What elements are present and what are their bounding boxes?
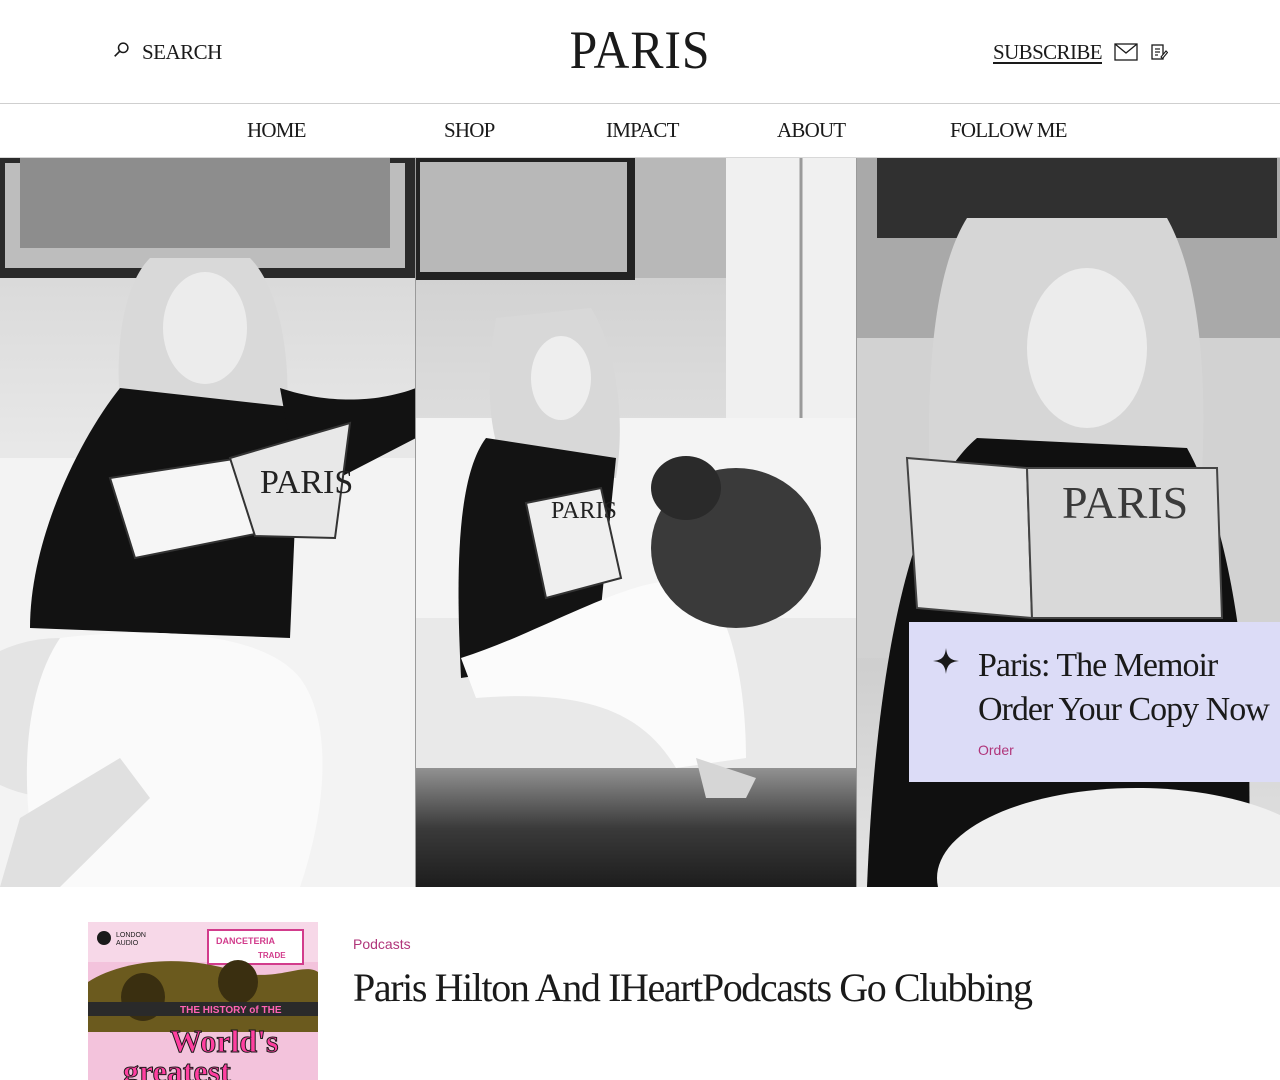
hero-photo-left: PARIS xyxy=(0,158,416,887)
search-label: SEARCH xyxy=(142,39,222,64)
svg-text:PARIS: PARIS xyxy=(551,498,617,524)
search-button[interactable]: SEARCH xyxy=(113,38,222,66)
cover-brand-text: LONDON xyxy=(116,932,146,939)
nav-item-shop[interactable]: SHOP xyxy=(444,118,495,143)
article-title[interactable]: Paris Hilton And IHeartPodcasts Go Clubb… xyxy=(353,964,1033,1011)
memoir-promo-card[interactable]: Paris: The Memoir Order Your Copy Now Or… xyxy=(909,622,1280,782)
promo-title-line1: Paris: The Memoir xyxy=(978,647,1218,684)
iheart-icon xyxy=(97,931,111,945)
svg-text:PARIS: PARIS xyxy=(1062,477,1188,528)
nav-item-impact[interactable]: IMPACT xyxy=(606,118,679,143)
mail-icon[interactable] xyxy=(1114,43,1138,61)
hero-banner[interactable]: PARIS PARIS PARIS Paris: The Memoir Orde… xyxy=(0,158,1280,887)
hero-photo-center: PARIS xyxy=(416,158,857,887)
nav-item-home[interactable]: HOME xyxy=(247,118,306,143)
order-link[interactable]: Order xyxy=(978,742,1014,758)
edit-icon[interactable] xyxy=(1150,43,1168,61)
svg-text:PARIS: PARIS xyxy=(260,464,353,501)
subscribe-area: SUBSCRIBE xyxy=(993,38,1168,66)
article-thumbnail[interactable]: DANCETERIA TRADE LONDON AUDIO THE HISTOR… xyxy=(88,922,318,1080)
search-icon xyxy=(113,41,130,63)
main-nav: HOME SHOP IMPACT ABOUT FOLLOW ME xyxy=(0,104,1280,158)
podcast-cover-art: DANCETERIA TRADE LONDON AUDIO THE HISTOR… xyxy=(88,922,318,1080)
cover-sign-text: TRADE xyxy=(258,951,286,960)
site-header: SEARCH PARIS SUBSCRIBE xyxy=(0,0,1280,104)
hero-photo-center-art: PARIS xyxy=(416,158,857,798)
article-category[interactable]: Podcasts xyxy=(353,936,411,952)
nav-item-about[interactable]: ABOUT xyxy=(777,118,846,143)
sparkle-icon xyxy=(933,648,959,674)
cover-headline-large: greatest xyxy=(123,1053,231,1080)
cover-headline-small: THE HISTORY of THE xyxy=(180,1005,282,1016)
site-logo[interactable]: PARIS xyxy=(566,18,713,82)
nav-item-follow-me[interactable]: FOLLOW ME xyxy=(950,118,1067,143)
cover-sign-text: DANCETERIA xyxy=(216,936,276,946)
hero-photo-left-art: PARIS xyxy=(0,158,416,887)
cover-brand-text: AUDIO xyxy=(116,940,139,947)
subscribe-link[interactable]: SUBSCRIBE xyxy=(993,40,1103,65)
promo-title-line2: Order Your Copy Now xyxy=(978,691,1270,728)
